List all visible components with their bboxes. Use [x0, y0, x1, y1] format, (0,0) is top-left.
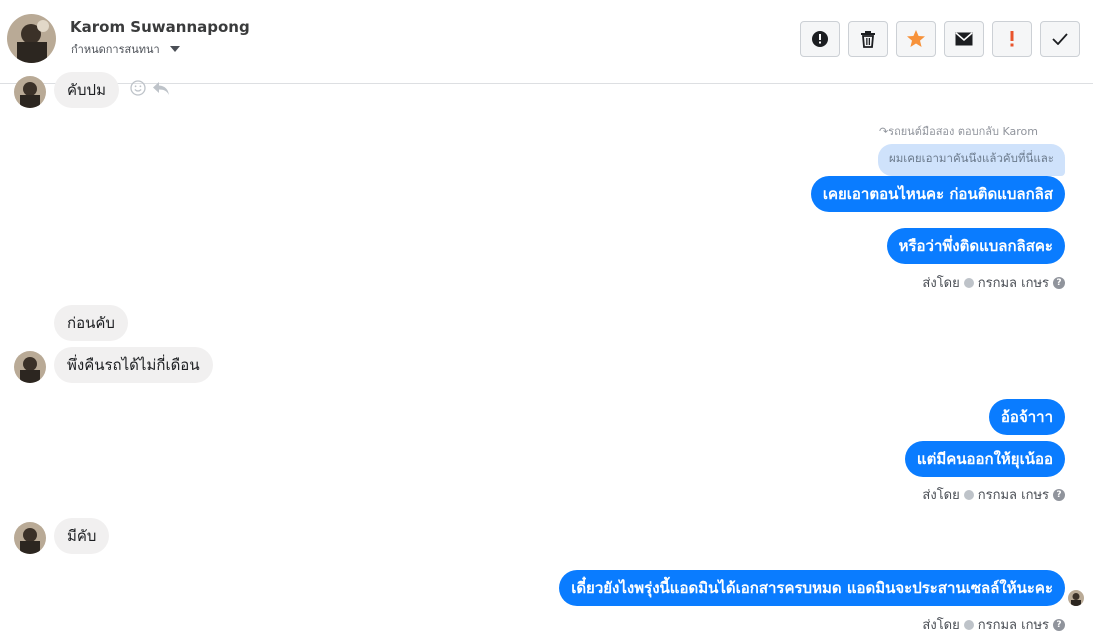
quoted-message[interactable]: ผมเคยเอามาคันนึงแล้วคับที่นี่และ	[877, 144, 1065, 176]
incoming-message[interactable]: มีคับ	[54, 518, 110, 554]
alert-circle-icon	[812, 31, 828, 47]
trash-icon	[861, 31, 875, 48]
star-button[interactable]	[896, 21, 936, 57]
check-icon	[1052, 33, 1068, 45]
seen-avatar	[1068, 590, 1084, 606]
reply-context: ↷รถยนต์มือสอง ตอบกลับ Karom	[879, 122, 1038, 140]
star-icon	[907, 30, 925, 47]
message-thread[interactable]: คับปม ↷รถยนต์มือสอง ตอบกลับ Karom ผมเคยเ…	[0, 72, 1093, 643]
verified-dot-icon	[963, 489, 974, 500]
reply-icon[interactable]	[152, 80, 170, 96]
outgoing-message[interactable]: เดี๋ยวยังไงพรุ่งนี้แอดมินได้เอกสารครบหมด…	[559, 570, 1065, 606]
outgoing-message[interactable]: หรือว่าพึ่งติดแบลกลิสคะ	[886, 228, 1065, 264]
verified-dot-icon	[963, 619, 974, 630]
mark-spam-button[interactable]	[800, 21, 840, 57]
sent-by-label: ส่งโดย กรกมล เกษร ?	[922, 272, 1065, 293]
mark-unread-button[interactable]	[944, 21, 984, 57]
sender-name: กรกมล เกษร	[977, 488, 1049, 503]
outgoing-message[interactable]: อ้อจ้าาา	[988, 399, 1065, 435]
verified-dot-icon	[963, 277, 974, 288]
conversation-header: Karom Suwannapong กำหนดการสนทนา	[0, 0, 1093, 84]
contact-avatar-small	[14, 522, 46, 554]
sender-name: กรกมล เกษร	[977, 276, 1049, 291]
help-icon[interactable]: ?	[1053, 488, 1065, 501]
smiley-icon[interactable]	[130, 80, 146, 96]
incoming-message[interactable]: คับปม	[54, 72, 119, 108]
envelope-icon	[955, 32, 973, 46]
reply-context-text: รถยนต์มือสอง ตอบกลับ Karom	[888, 125, 1038, 138]
conversation-settings-dropdown[interactable]: กำหนดการสนทนา	[71, 40, 180, 58]
caret-down-icon	[169, 46, 180, 52]
action-toolbar	[800, 21, 1080, 57]
outgoing-message[interactable]: แต่มีคนออกให้ยุเน้ออ	[904, 441, 1065, 477]
sent-by-prefix: ส่งโดย	[922, 276, 960, 291]
help-icon[interactable]: ?	[1053, 618, 1065, 631]
message-actions	[130, 80, 170, 96]
sent-by-label: ส่งโดย กรกมล เกษร ?	[922, 484, 1065, 505]
incoming-message[interactable]: ก่อนคับ	[54, 305, 128, 341]
mark-done-button[interactable]	[1040, 21, 1080, 57]
sent-by-prefix: ส่งโดย	[922, 488, 960, 503]
reply-arrow-icon: ↷	[878, 125, 889, 138]
incoming-message[interactable]: พึ่งคืนรถได้ไม่กี่เดือน	[54, 347, 213, 383]
sent-by-prefix: ส่งโดย	[922, 618, 960, 633]
contact-avatar[interactable]	[7, 14, 56, 63]
help-icon[interactable]: ?	[1053, 276, 1065, 289]
sent-by-label: ส่งโดย กรกมล เกษร ?	[922, 614, 1065, 635]
conversation-settings-label: กำหนดการสนทนา	[71, 43, 160, 56]
sender-name: กรกมล เกษร	[977, 618, 1049, 633]
follow-up-button[interactable]	[992, 21, 1032, 57]
contact-avatar-small	[14, 76, 46, 108]
outgoing-message[interactable]: เคยเอาตอนไหนคะ ก่อนติดแบลกลิส	[810, 176, 1065, 212]
delete-button[interactable]	[848, 21, 888, 57]
contact-avatar-small	[14, 351, 46, 383]
exclamation-icon	[1010, 31, 1014, 47]
contact-name[interactable]: Karom Suwannapong	[70, 18, 250, 36]
